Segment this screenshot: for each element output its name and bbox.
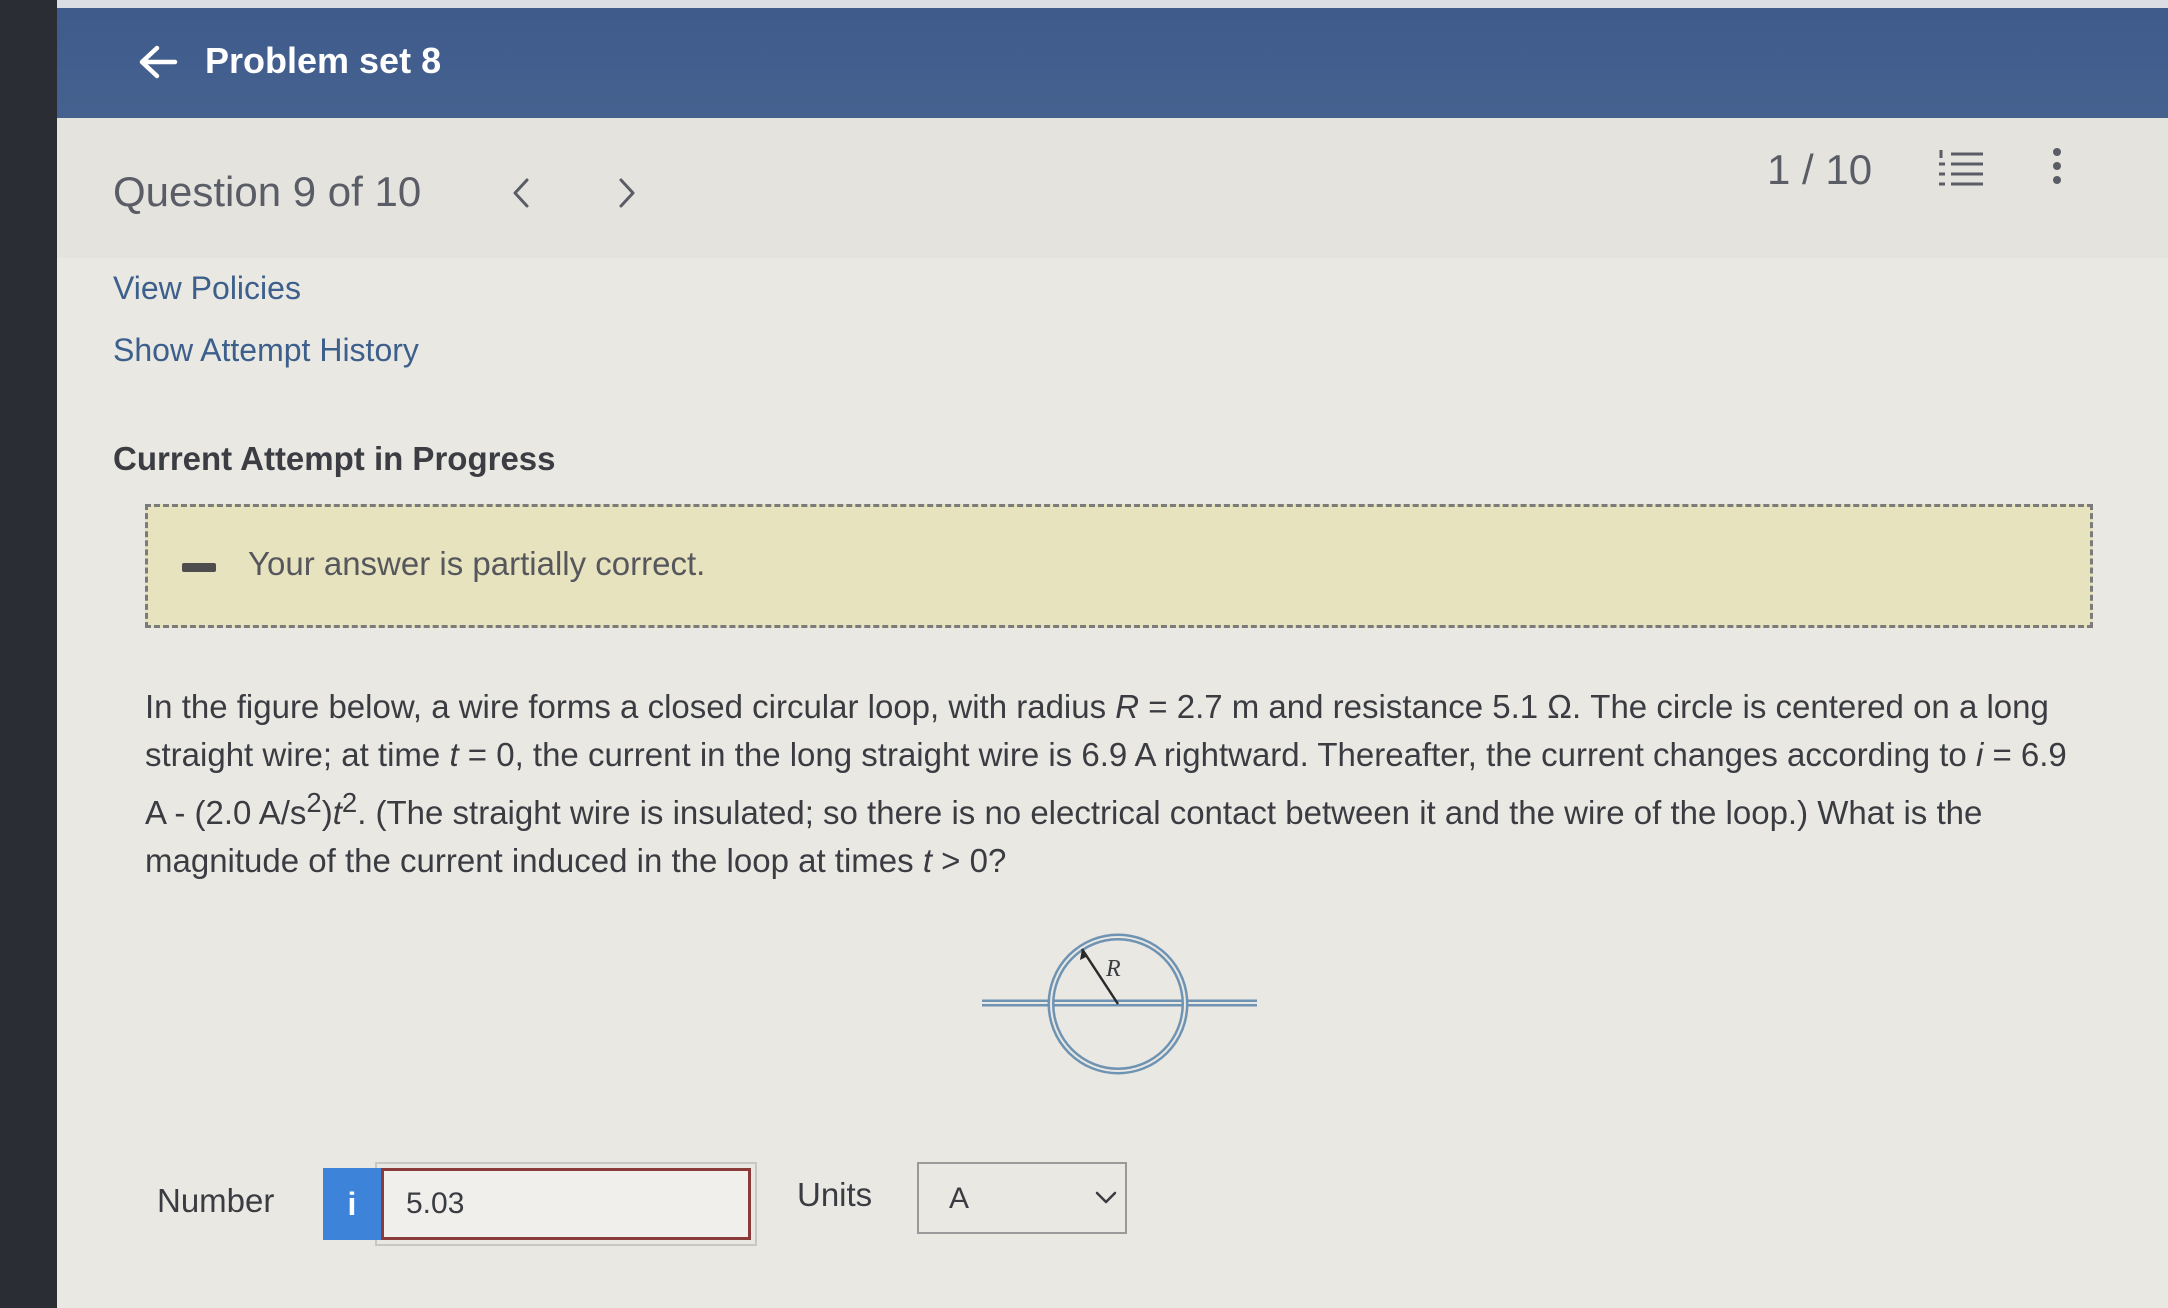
numbered-list-icon[interactable] bbox=[1937, 146, 1985, 190]
partial-correct-icon bbox=[182, 563, 216, 572]
chevron-right-icon[interactable] bbox=[607, 168, 647, 218]
problem-line: In the figure below, a wire forms a clos… bbox=[145, 688, 2049, 725]
problem-line: A - (2.0 A/s2)t2. (The straight wire is … bbox=[145, 787, 1983, 831]
top-bar: Problem set 8 bbox=[57, 0, 2168, 118]
attempt-status-heading: Current Attempt in Progress bbox=[113, 440, 556, 477]
problem-statement: In the figure below, a wire forms a clos… bbox=[145, 683, 2135, 885]
problem-line: magnitude of the current induced in the … bbox=[145, 842, 1007, 879]
number-input[interactable] bbox=[381, 1168, 751, 1240]
number-label: Number bbox=[157, 1182, 275, 1219]
view-policies-link[interactable]: View Policies bbox=[113, 270, 301, 307]
problem-line: straight wire; at time t = 0, the curren… bbox=[145, 736, 2067, 773]
assignment-title: Problem set 8 bbox=[205, 40, 442, 81]
main-content: Question 9 of 10 1 / 10 View Policies Sh… bbox=[57, 118, 2168, 1308]
vertical-ellipsis-icon[interactable] bbox=[2047, 142, 2067, 192]
arrow-left-icon[interactable] bbox=[137, 44, 179, 80]
units-select[interactable]: A bbox=[917, 1162, 1127, 1234]
question-number: Question 9 of 10 bbox=[113, 168, 422, 215]
show-attempt-history-link[interactable]: Show Attempt History bbox=[113, 332, 419, 369]
loop-wire-figure: R bbox=[982, 933, 1257, 1075]
screen: Problem set 8 Question 9 of 10 1 / 10 Vi… bbox=[57, 0, 2168, 1308]
units-selected-value: A bbox=[949, 1182, 970, 1215]
info-button[interactable]: i bbox=[323, 1168, 381, 1240]
top-stripe bbox=[57, 0, 2168, 8]
radius-label: R bbox=[1105, 956, 1121, 982]
feedback-banner: Your answer is partially correct. bbox=[145, 504, 2093, 628]
chevron-left-icon[interactable] bbox=[501, 168, 541, 218]
feedback-text: Your answer is partially correct. bbox=[248, 545, 706, 582]
chevron-down-icon bbox=[1095, 1191, 1117, 1204]
units-label: Units bbox=[797, 1176, 873, 1213]
question-counter: 1 / 10 bbox=[1767, 146, 1873, 193]
